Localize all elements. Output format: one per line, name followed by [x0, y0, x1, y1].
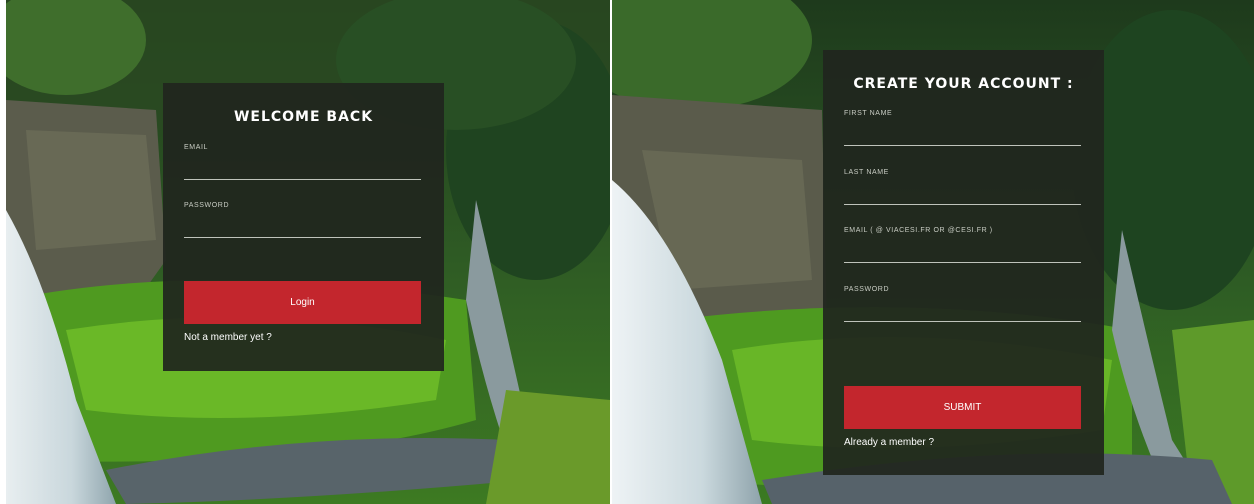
password-field-group: PASSWORD: [844, 286, 1081, 322]
email-field-group: EMAIL: [184, 144, 421, 180]
first-name-field-group: FIRST NAME: [844, 110, 1081, 146]
password-label: PASSWORD: [844, 286, 890, 293]
password-input[interactable]: [184, 223, 421, 238]
last-name-label: LAST NAME: [844, 169, 889, 176]
submit-button[interactable]: SUBMIT: [844, 386, 1081, 429]
already-a-member-link[interactable]: Already a member ?: [844, 437, 934, 448]
email-field-group: EMAIL ( @ VIACESI.FR OR @CESI.FR ): [844, 227, 1081, 263]
email-input[interactable]: [844, 248, 1081, 263]
login-screen: WELCOME BACK EMAIL PASSWORD Login Not a …: [6, 0, 610, 504]
login-card: WELCOME BACK EMAIL PASSWORD Login Not a …: [163, 83, 444, 371]
email-input[interactable]: [184, 165, 421, 180]
first-name-input[interactable]: [844, 131, 1081, 146]
login-title: WELCOME BACK: [233, 109, 374, 125]
password-field-group: PASSWORD: [184, 202, 421, 238]
not-a-member-link[interactable]: Not a member yet ?: [184, 332, 272, 343]
signup-card: CREATE YOUR ACCOUNT : FIRST NAME LAST NA…: [823, 50, 1104, 475]
signup-title: CREATE YOUR ACCOUNT :: [853, 76, 1074, 92]
email-label: EMAIL ( @ VIACESI.FR OR @CESI.FR ): [844, 227, 993, 234]
last-name-field-group: LAST NAME: [844, 169, 1081, 205]
password-label: PASSWORD: [184, 202, 230, 209]
login-button[interactable]: Login: [184, 281, 421, 324]
signup-screen: CREATE YOUR ACCOUNT : FIRST NAME LAST NA…: [612, 0, 1254, 504]
last-name-input[interactable]: [844, 190, 1081, 205]
email-label: EMAIL: [184, 144, 209, 151]
first-name-label: FIRST NAME: [844, 110, 893, 117]
password-input[interactable]: [844, 307, 1081, 322]
